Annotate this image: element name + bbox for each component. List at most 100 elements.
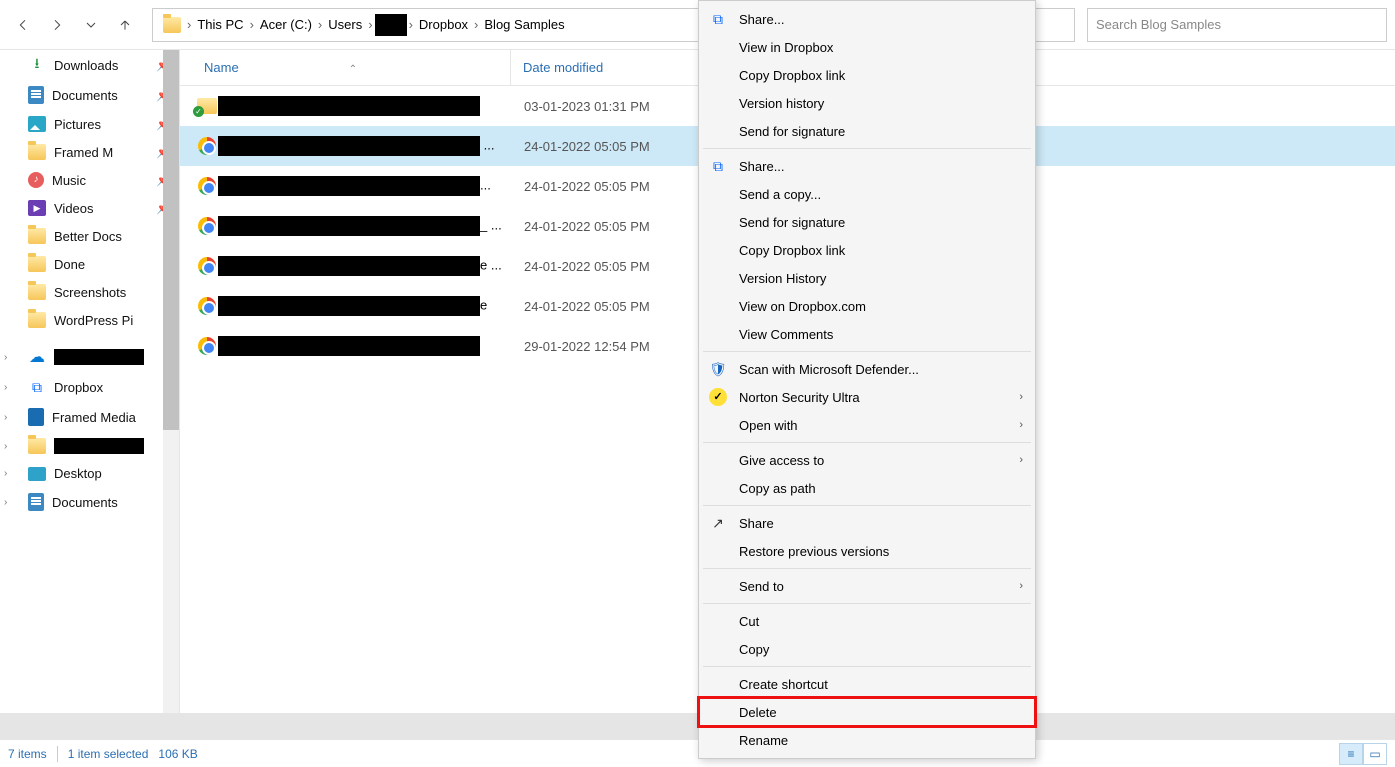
sidebar-root-item[interactable]: ›⧉Dropbox — [0, 372, 179, 402]
menu-item-label: Share... — [739, 159, 785, 174]
sidebar-item[interactable]: Framed M📌 — [0, 138, 179, 166]
menu-item-scan-with-microsoft-defender[interactable]: 🛡Scan with Microsoft Defender... — [699, 355, 1035, 383]
menu-item-cut[interactable]: Cut — [699, 607, 1035, 635]
menu-item-send-a-copy[interactable]: Send a copy... — [699, 180, 1035, 208]
sidebar-item[interactable]: Better Docs — [0, 222, 179, 250]
menu-item-version-history[interactable]: Version history — [699, 89, 1035, 117]
menu-item-send-for-signature[interactable]: Send for signature — [699, 117, 1035, 145]
menu-item-label: Copy — [739, 642, 769, 657]
app-icon — [28, 408, 44, 426]
menu-item-norton-security-ultra[interactable]: ✓Norton Security Ultra› — [699, 383, 1035, 411]
status-size: 106 KB — [158, 747, 197, 761]
redacted-filename — [218, 136, 480, 156]
sidebar-item[interactable]: WordPress Pi — [0, 306, 179, 334]
file-date: 03-01-2023 01:31 PM — [524, 99, 650, 114]
sidebar-item[interactable]: Documents📌 — [0, 80, 179, 110]
menu-item-view-comments[interactable]: View Comments — [699, 320, 1035, 348]
menu-item-delete[interactable]: Delete — [699, 698, 1035, 726]
redacted-filename — [218, 96, 480, 116]
sidebar-root-item[interactable]: › Documents — [0, 487, 179, 517]
menu-item-share[interactable]: ↗ Share — [699, 509, 1035, 537]
large-icons-view-button[interactable]: ▭ — [1363, 743, 1387, 765]
sidebar-item-label: Dropbox — [54, 380, 103, 395]
breadcrumb-redacted[interactable] — [375, 14, 407, 36]
breadcrumb[interactable]: Dropbox — [415, 9, 472, 41]
breadcrumb[interactable]: Blog Samples — [480, 9, 568, 41]
sidebar-root-item[interactable]: › — [0, 432, 179, 460]
menu-item-share[interactable]: ⧉Share... — [699, 5, 1035, 33]
column-name[interactable]: Name⌃ — [200, 60, 510, 75]
context-menu: ⧉Share...View in DropboxCopy Dropbox lin… — [698, 0, 1036, 759]
share-icon: ↗ — [709, 514, 727, 532]
breadcrumb[interactable]: This PC — [193, 9, 247, 41]
search-input[interactable]: Search Blog Samples — [1087, 8, 1387, 42]
chevron-right-icon[interactable]: › — [4, 468, 7, 479]
menu-item-copy-as-path[interactable]: Copy as path — [699, 474, 1035, 502]
chevron-right-icon: › — [1019, 454, 1023, 466]
sidebar-item-label: Desktop — [54, 466, 102, 481]
chevron-right-icon: › — [1019, 419, 1023, 431]
menu-item-rename[interactable]: Rename — [699, 726, 1035, 754]
breadcrumb[interactable]: Acer (C:) — [256, 9, 316, 41]
norton-icon: ✓ — [709, 388, 727, 406]
scrollbar[interactable] — [163, 50, 179, 739]
menu-item-copy[interactable]: Copy — [699, 635, 1035, 663]
file-name: ... — [218, 136, 524, 156]
menu-item-label: Send for signature — [739, 215, 845, 230]
recent-dropdown[interactable] — [76, 10, 106, 40]
menu-item-label: Rename — [739, 733, 788, 748]
column-date[interactable]: Date modified — [510, 50, 603, 85]
menu-item-send-for-signature[interactable]: Send for signature — [699, 208, 1035, 236]
chevron-right-icon[interactable]: › — [4, 382, 7, 393]
sidebar-item[interactable]: ♪Music📌 — [0, 166, 179, 194]
status-selected-count: 1 item selected — [68, 747, 149, 761]
chevron-right-icon: › — [407, 17, 415, 32]
menu-item-restore-previous-versions[interactable]: Restore previous versions — [699, 537, 1035, 565]
chevron-right-icon[interactable]: › — [4, 412, 7, 423]
menu-item-send-to[interactable]: Send to› — [699, 572, 1035, 600]
sidebar-item-label: Better Docs — [54, 229, 122, 244]
details-view-button[interactable]: ≡ — [1339, 743, 1363, 765]
menu-item-share[interactable]: ⧉Share... — [699, 152, 1035, 180]
sidebar-root-item[interactable]: ›☁ — [0, 342, 179, 372]
folder-icon — [163, 17, 181, 33]
menu-item-version-history[interactable]: Version History — [699, 264, 1035, 292]
file-name: e ... — [218, 256, 524, 276]
chevron-right-icon: › — [472, 17, 480, 32]
sidebar-item[interactable]: Done — [0, 250, 179, 278]
redacted-label — [54, 349, 144, 365]
sidebar-root-item[interactable]: ›Framed Media — [0, 402, 179, 432]
videos-icon: ▶ — [28, 200, 46, 216]
onedrive-icon: ☁ — [28, 348, 46, 366]
menu-item-label: Share — [739, 516, 774, 531]
menu-item-label: Open with — [739, 418, 798, 433]
sidebar-item-label: Music — [52, 173, 86, 188]
chrome-icon — [198, 177, 216, 195]
back-button[interactable] — [8, 10, 38, 40]
sidebar-item[interactable]: Screenshots — [0, 278, 179, 306]
chevron-right-icon[interactable]: › — [4, 352, 7, 363]
menu-item-create-shortcut[interactable]: Create shortcut — [699, 670, 1035, 698]
sidebar-item-label: Documents — [52, 495, 118, 510]
menu-item-copy-dropbox-link[interactable]: Copy Dropbox link — [699, 236, 1035, 264]
sidebar-item[interactable]: Pictures📌 — [0, 110, 179, 138]
chevron-right-icon[interactable]: › — [4, 441, 7, 452]
document-icon — [28, 86, 44, 104]
divider — [57, 746, 58, 762]
scrollbar-thumb[interactable] — [163, 50, 179, 430]
up-button[interactable] — [110, 10, 140, 40]
chevron-right-icon[interactable]: › — [4, 497, 7, 508]
menu-item-view-in-dropbox[interactable]: View in Dropbox — [699, 33, 1035, 61]
menu-item-open-with[interactable]: Open with › — [699, 411, 1035, 439]
sidebar-root-item[interactable]: › Desktop — [0, 460, 179, 487]
file-date: 24-01-2022 05:05 PM — [524, 179, 650, 194]
sidebar-item[interactable]: ▶Videos📌 — [0, 194, 179, 222]
forward-button[interactable] — [42, 10, 72, 40]
menu-item-copy-dropbox-link[interactable]: Copy Dropbox link — [699, 61, 1035, 89]
menu-item-label: Cut — [739, 614, 759, 629]
breadcrumb[interactable]: Users — [324, 9, 366, 41]
sidebar-item[interactable]: ⭳Downloads📌 — [0, 50, 179, 80]
menu-item-give-access-to[interactable]: Give access to› — [699, 446, 1035, 474]
menu-item-view-on-dropbox-com[interactable]: View on Dropbox.com — [699, 292, 1035, 320]
menu-item-label: Restore previous versions — [739, 544, 889, 559]
